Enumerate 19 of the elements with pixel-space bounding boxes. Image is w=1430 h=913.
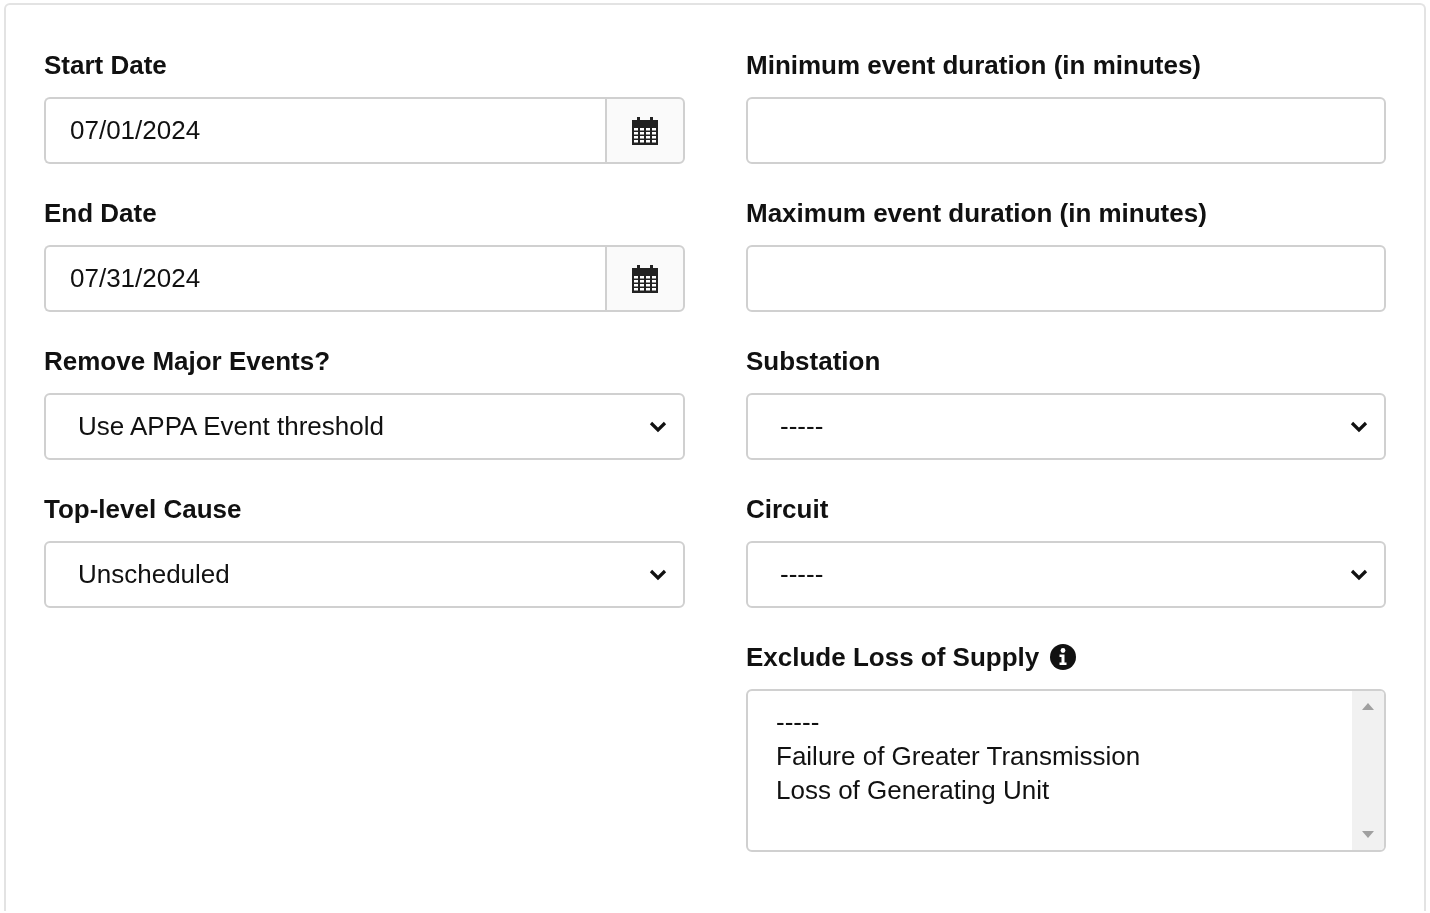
field-label: End Date [44, 197, 157, 229]
field-label: Top-level Cause [44, 493, 242, 525]
listbox[interactable]: ----- Failure of Greater Transmission Loss of Generating Unit [746, 689, 1386, 852]
date-field[interactable]: 07/31/2024 [44, 245, 605, 312]
field-label: Maximum event duration (in minutes) [746, 197, 1207, 229]
list-option[interactable]: Loss of Generating Unit [748, 773, 1352, 807]
field-label: Minimum event duration (in minutes) [746, 49, 1201, 81]
list-option[interactable]: ----- [748, 705, 1352, 739]
dropdown[interactable]: Unscheduled [44, 541, 685, 608]
field-label: Circuit [746, 493, 829, 525]
field-label: Substation [746, 345, 881, 377]
dropdown[interactable]: ----- [746, 541, 1386, 608]
field-label: Exclude Loss of Supply [746, 641, 1040, 673]
field-label: Start Date [44, 49, 167, 81]
dropdown[interactable]: Use APPA Event threshold [44, 393, 685, 460]
dropdown[interactable]: ----- [746, 393, 1386, 460]
field-label: Remove Major Events? [44, 345, 331, 377]
date-field[interactable]: 07/01/2024 [44, 97, 605, 164]
list-option[interactable]: Failure of Greater Transmission [748, 739, 1352, 773]
